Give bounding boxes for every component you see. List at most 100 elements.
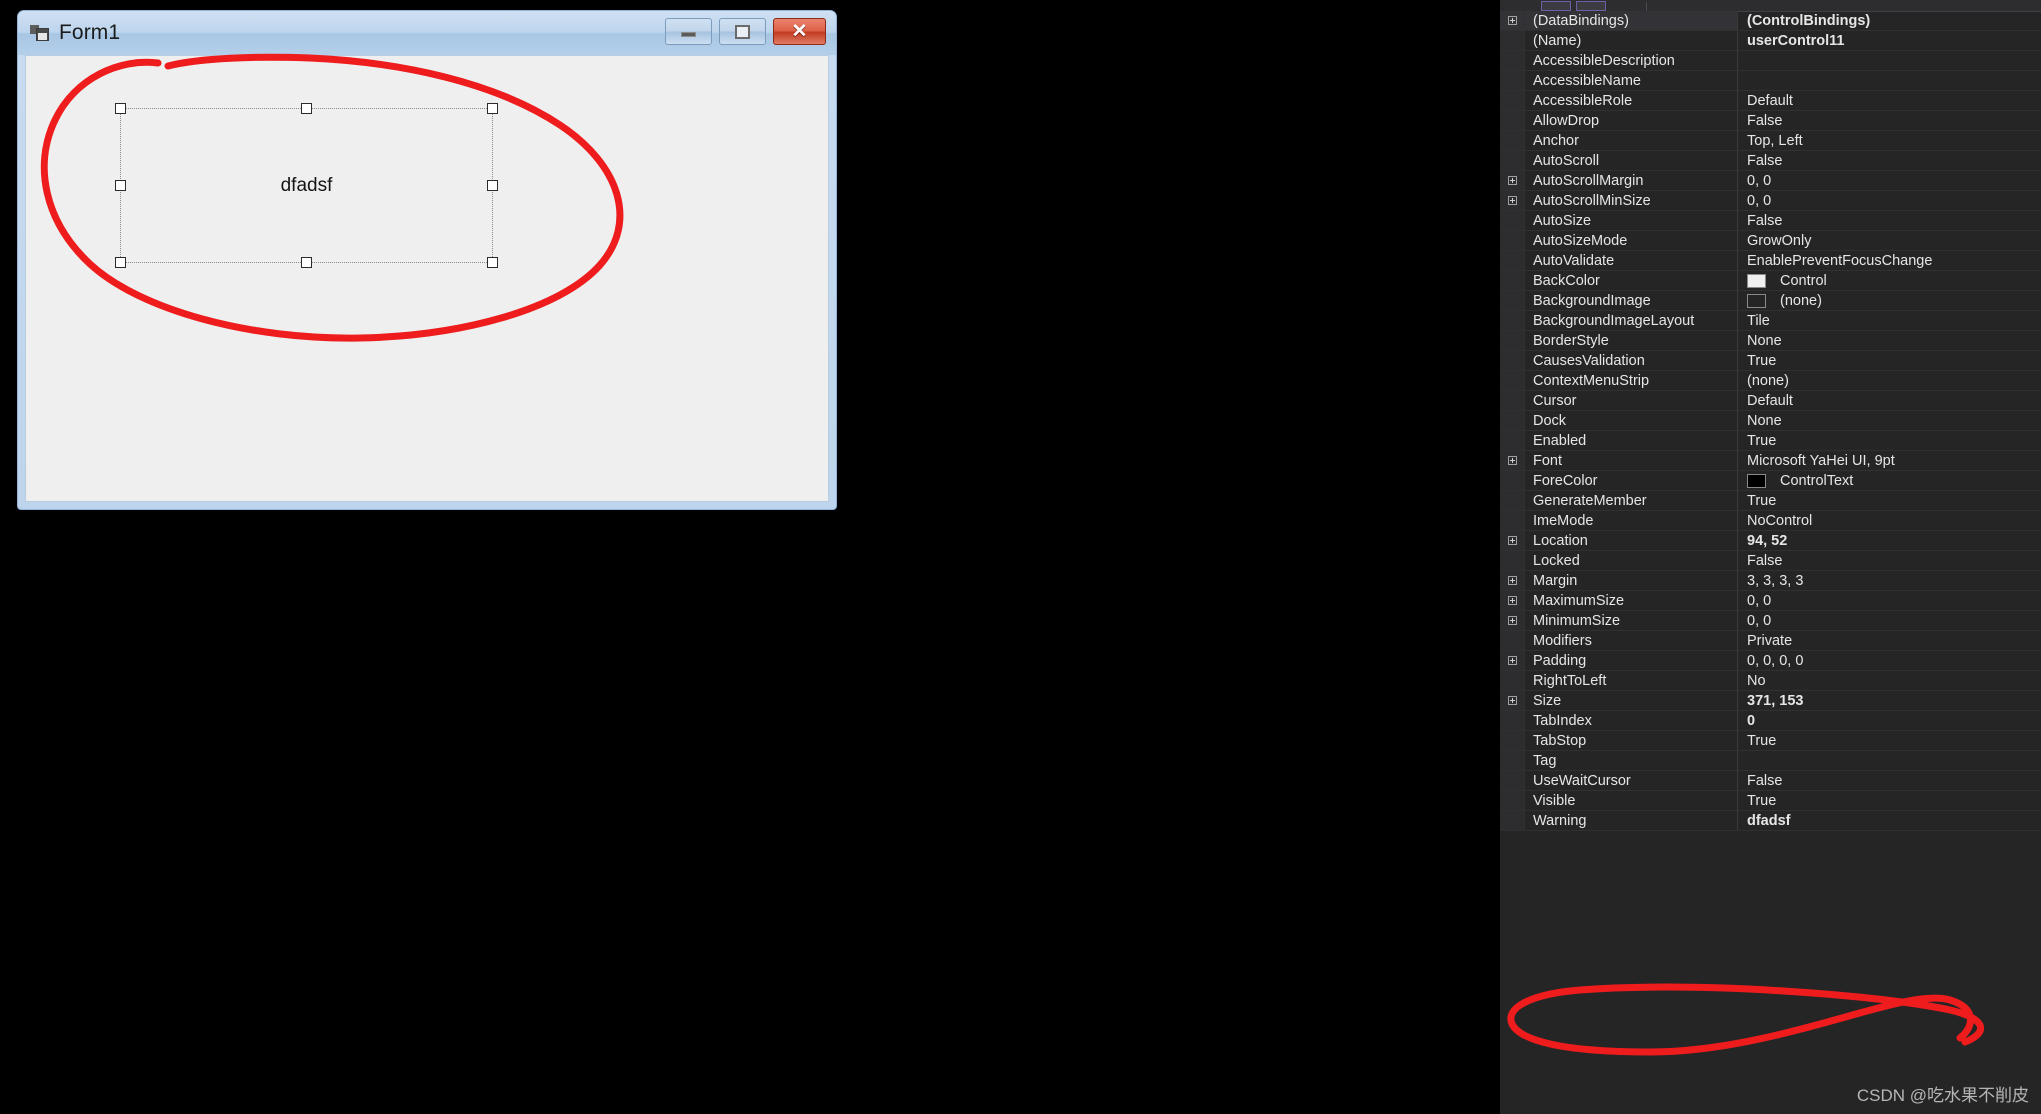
property-row[interactable]: Anchor Top, Left <box>1500 131 2041 151</box>
property-value[interactable]: True <box>1738 351 2041 370</box>
plus-icon[interactable] <box>1507 536 1517 545</box>
property-value[interactable]: 0, 0 <box>1738 611 2041 630</box>
property-row[interactable]: Location 94, 52 <box>1500 531 2041 551</box>
property-row[interactable]: Visible True <box>1500 791 2041 811</box>
property-row[interactable]: AutoScroll False <box>1500 151 2041 171</box>
property-value[interactable]: 0, 0 <box>1738 171 2041 190</box>
property-value[interactable]: Microsoft YaHei UI, 9pt <box>1738 451 2041 470</box>
window-titlebar[interactable]: Form1 ✕ <box>18 11 836 55</box>
property-grid[interactable]: (DataBindings) (ControlBindings) (Name) use… <box>1500 0 2041 1114</box>
maximize-button[interactable] <box>719 18 766 45</box>
expand-toggle[interactable] <box>1500 171 1525 190</box>
property-row[interactable]: AutoScrollMargin 0, 0 <box>1500 171 2041 191</box>
property-value[interactable]: (ControlBindings) <box>1738 11 2041 30</box>
resize-handle-n[interactable] <box>300 103 312 114</box>
property-row[interactable]: BackgroundImage (none) <box>1500 291 2041 311</box>
property-value[interactable]: True <box>1738 491 2041 510</box>
property-row[interactable]: Cursor Default <box>1500 391 2041 411</box>
property-row[interactable]: TabIndex 0 <box>1500 711 2041 731</box>
property-row[interactable]: MinimumSize 0, 0 <box>1500 611 2041 631</box>
property-row[interactable]: AllowDrop False <box>1500 111 2041 131</box>
plus-icon[interactable] <box>1507 16 1517 25</box>
property-row[interactable]: AccessibleDescription <box>1500 51 2041 71</box>
property-value[interactable]: 94, 52 <box>1738 531 2041 550</box>
property-value[interactable]: userControl11 <box>1738 31 2041 50</box>
property-value[interactable]: 0, 0, 0, 0 <box>1738 651 2041 670</box>
property-row[interactable]: ContextMenuStrip (none) <box>1500 371 2041 391</box>
property-value[interactable]: Default <box>1738 391 2041 410</box>
property-row[interactable]: MaximumSize 0, 0 <box>1500 591 2041 611</box>
property-value[interactable]: NoControl <box>1738 511 2041 530</box>
property-value[interactable]: Control <box>1738 271 2041 290</box>
plus-icon[interactable] <box>1507 696 1517 705</box>
property-value[interactable]: Tile <box>1738 311 2041 330</box>
property-value[interactable]: None <box>1738 411 2041 430</box>
property-row[interactable]: Locked False <box>1500 551 2041 571</box>
properties-icon[interactable] <box>1576 1 1606 11</box>
property-value[interactable]: 3, 3, 3, 3 <box>1738 571 2041 590</box>
property-grid-rows[interactable]: (DataBindings) (ControlBindings) (Name) use… <box>1500 11 2041 1114</box>
property-row[interactable]: UseWaitCursor False <box>1500 771 2041 791</box>
property-row[interactable]: RightToLeft No <box>1500 671 2041 691</box>
property-row[interactable]: Size 371, 153 <box>1500 691 2041 711</box>
property-row[interactable]: TabStop True <box>1500 731 2041 751</box>
expand-toggle[interactable] <box>1500 691 1525 710</box>
plus-icon[interactable] <box>1507 656 1517 665</box>
property-value[interactable]: True <box>1738 431 2041 450</box>
plus-icon[interactable] <box>1507 176 1517 185</box>
property-value[interactable]: Default <box>1738 91 2041 110</box>
property-row[interactable]: AccessibleName <box>1500 71 2041 91</box>
property-value[interactable] <box>1738 51 2041 70</box>
property-value[interactable]: False <box>1738 211 2041 230</box>
property-row[interactable]: AutoSizeMode GrowOnly <box>1500 231 2041 251</box>
resize-handle-nw[interactable] <box>115 103 126 114</box>
property-row[interactable]: AutoValidate EnablePreventFocusChange <box>1500 251 2041 271</box>
alphabetical-icon[interactable] <box>1541 1 1571 11</box>
property-value[interactable] <box>1738 71 2041 90</box>
property-row[interactable]: CausesValidation True <box>1500 351 2041 371</box>
property-row[interactable]: Tag <box>1500 751 2041 771</box>
property-value[interactable]: True <box>1738 731 2041 750</box>
property-value[interactable]: EnablePreventFocusChange <box>1738 251 2041 270</box>
property-value[interactable]: ControlText <box>1738 471 2041 490</box>
property-row[interactable]: AutoSize False <box>1500 211 2041 231</box>
property-row[interactable]: BackColor Control <box>1500 271 2041 291</box>
property-value[interactable]: 0, 0 <box>1738 591 2041 610</box>
close-button[interactable]: ✕ <box>773 18 826 45</box>
form-design-surface[interactable]: dfadsf <box>25 55 829 502</box>
property-value[interactable]: None <box>1738 331 2041 350</box>
property-row[interactable]: Padding 0, 0, 0, 0 <box>1500 651 2041 671</box>
property-value[interactable]: No <box>1738 671 2041 690</box>
property-value[interactable]: GrowOnly <box>1738 231 2041 250</box>
property-row[interactable]: Margin 3, 3, 3, 3 <box>1500 571 2041 591</box>
property-row[interactable]: Font Microsoft YaHei UI, 9pt <box>1500 451 2041 471</box>
property-value[interactable] <box>1738 751 2041 770</box>
resize-handle-sw[interactable] <box>115 257 126 268</box>
property-value[interactable]: False <box>1738 151 2041 170</box>
resize-handle-ne[interactable] <box>487 103 498 114</box>
expand-toggle[interactable] <box>1500 11 1525 30</box>
plus-icon[interactable] <box>1507 596 1517 605</box>
plus-icon[interactable] <box>1507 456 1517 465</box>
property-value[interactable]: 371, 153 <box>1738 691 2041 710</box>
minimize-button[interactable] <box>665 18 712 45</box>
plus-icon[interactable] <box>1507 616 1517 625</box>
property-value[interactable]: False <box>1738 551 2041 570</box>
property-row[interactable]: ImeMode NoControl <box>1500 511 2041 531</box>
property-row[interactable]: AccessibleRole Default <box>1500 91 2041 111</box>
property-row[interactable]: BorderStyle None <box>1500 331 2041 351</box>
events-icon[interactable] <box>1611 1 1641 11</box>
expand-toggle[interactable] <box>1500 531 1525 550</box>
expand-toggle[interactable] <box>1500 191 1525 210</box>
property-value[interactable]: dfadsf <box>1738 811 2041 830</box>
property-pages-icon[interactable] <box>1652 1 1682 11</box>
property-value[interactable]: Private <box>1738 631 2041 650</box>
property-row[interactable]: Warning dfadsf <box>1500 811 2041 831</box>
property-value[interactable]: False <box>1738 111 2041 130</box>
property-value[interactable]: True <box>1738 791 2041 810</box>
property-row[interactable]: Dock None <box>1500 411 2041 431</box>
expand-toggle[interactable] <box>1500 611 1525 630</box>
expand-toggle[interactable] <box>1500 571 1525 590</box>
expand-toggle[interactable] <box>1500 451 1525 470</box>
property-row[interactable]: (Name) userControl11 <box>1500 31 2041 51</box>
